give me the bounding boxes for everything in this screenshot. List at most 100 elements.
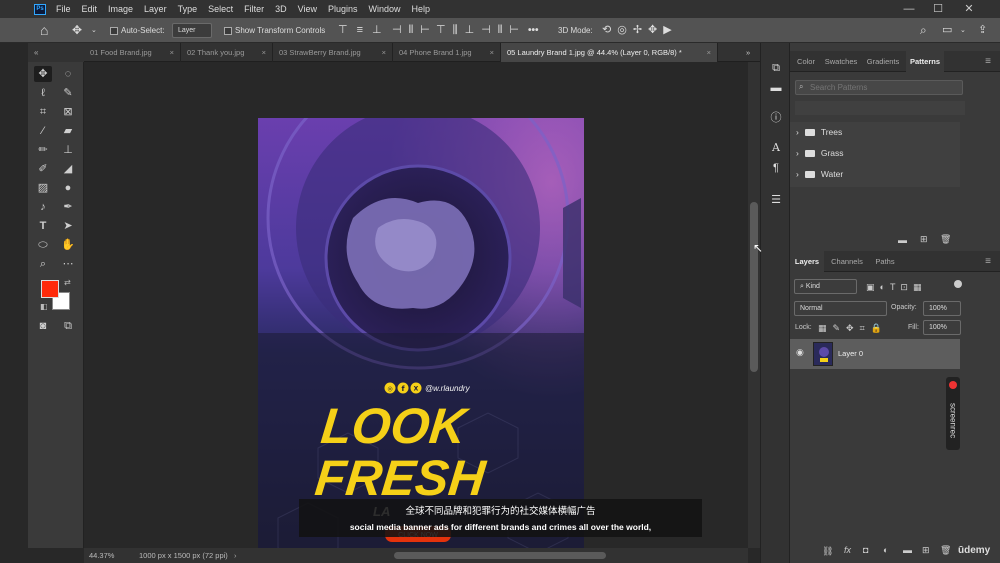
eraser-tool-icon[interactable]: ◢ — [59, 161, 77, 177]
more-options-icon[interactable]: ••• — [528, 18, 539, 43]
menu-plugins[interactable]: Plugins — [328, 4, 358, 14]
workspace-icon[interactable]: ▭ — [942, 18, 952, 43]
tab-thank-you[interactable]: 02 Thank you.jpg × — [181, 43, 273, 62]
lasso-tool-icon[interactable]: ℓ — [34, 85, 52, 101]
screen-mode-icon[interactable]: ⧉ — [59, 318, 77, 334]
trash-icon[interactable]: 🗑 — [940, 545, 951, 556]
layer-row[interactable]: ◉ Layer 0 — [790, 339, 960, 369]
canvas-area[interactable]: ◎ f X @w.rlaundry LOOK FRESH LA CLICK NO… — [84, 62, 748, 548]
comments-icon[interactable]: ▬ — [767, 79, 785, 97]
gradient-tool-icon[interactable]: ▨ — [34, 180, 52, 196]
menu-layer[interactable]: Layer — [144, 4, 167, 14]
tabs-overflow-icon[interactable]: » — [740, 43, 760, 62]
tab-gradients[interactable]: Gradients — [860, 51, 906, 72]
paragraph-icon[interactable]: ¶ — [767, 159, 785, 177]
layer-filter-icons[interactable]: ▣◐T⊡▦ — [866, 282, 926, 293]
adjustment-icon[interactable]: ◐ — [883, 545, 888, 555]
3d-mode-icons[interactable]: ⟲◎✢✥▶ — [602, 18, 678, 43]
layer-name[interactable]: Layer 0 — [838, 349, 863, 358]
tab-strawberry-brand[interactable]: 03 StrawBerry Brand.jpg × — [273, 43, 393, 62]
close-tab-icon[interactable]: × — [707, 43, 711, 62]
align-icons-2[interactable]: ⊣⫴⊢ — [392, 18, 437, 43]
path-select-tool-icon[interactable]: ➤ — [59, 218, 77, 234]
trash-icon[interactable]: 🗑 — [940, 234, 951, 245]
menu-3d[interactable]: 3D — [275, 4, 287, 14]
menu-view[interactable]: View — [298, 4, 317, 14]
fx-icon[interactable]: fx — [844, 545, 851, 555]
menu-help[interactable]: Help — [412, 4, 431, 14]
lock-icons[interactable]: ▦✎✥⌗🔒 — [818, 323, 888, 334]
menu-image[interactable]: Image — [108, 4, 133, 14]
history-brush-icon[interactable]: ✐ — [34, 161, 52, 177]
close-tab-icon[interactable]: × — [382, 43, 386, 62]
search-icon[interactable]: ⌕ — [920, 18, 927, 43]
maximize-button[interactable]: ☐ — [924, 0, 952, 18]
properties-icon[interactable]: ☰ — [767, 191, 785, 209]
new-layer-icon[interactable]: ⊞ — [922, 545, 930, 556]
opacity-field[interactable]: 100% — [923, 301, 961, 316]
info-icon[interactable]: ⓘ — [767, 109, 785, 127]
pen-tool-icon[interactable]: ✒ — [59, 199, 77, 215]
home-icon[interactable]: ⌂ — [40, 18, 48, 43]
close-tab-icon[interactable]: × — [262, 43, 266, 62]
character-icon[interactable]: A — [767, 139, 785, 157]
quick-mask-icon[interactable]: ◙ — [34, 318, 52, 334]
auto-select-checkbox[interactable]: Auto-Select: — [110, 18, 165, 43]
chevron-right-icon[interactable]: › — [796, 127, 799, 137]
tab-paths[interactable]: Paths — [870, 251, 900, 272]
tab-patterns[interactable]: Patterns — [906, 51, 944, 72]
zoom-tool-icon[interactable]: ⌕ — [34, 256, 52, 272]
stamp-tool-icon[interactable]: ⊥ — [59, 142, 77, 158]
panel-menu-icon[interactable]: ≡ — [978, 51, 998, 72]
crop-tool-icon[interactable]: ⌗ — [34, 104, 52, 120]
close-window-button[interactable]: ✕ — [955, 0, 983, 18]
zoom-level[interactable]: 44.37% — [89, 548, 114, 563]
more-tools-icon[interactable]: ⋯ — [59, 256, 77, 272]
type-tool-icon[interactable]: T — [34, 218, 52, 234]
distribute-icons[interactable]: ⊤⫼⊥⊣⫴⊢ — [436, 18, 526, 43]
tab-laundry-brand[interactable]: 05 Laundry Brand 1.jpg @ 44.4% (Layer 0,… — [501, 43, 718, 62]
layer-filter-dropdown[interactable]: ⌕ Kind — [794, 279, 857, 294]
folder-trees[interactable]: › Trees — [796, 123, 842, 141]
blend-mode-dropdown[interactable]: Normal — [794, 301, 887, 316]
history-icon[interactable]: ⧉ — [767, 59, 785, 77]
chevron-right-icon[interactable]: › — [796, 148, 799, 158]
move-tool-icon[interactable]: ✥ — [72, 18, 82, 43]
close-tab-icon[interactable]: × — [490, 43, 494, 62]
close-tab-icon[interactable]: × — [170, 43, 174, 62]
quick-select-tool-icon[interactable]: ✎ — [59, 85, 77, 101]
fill-field[interactable]: 100% — [923, 320, 961, 335]
share-icon[interactable]: ⇪ — [978, 18, 987, 43]
status-arrow-icon[interactable]: › — [234, 548, 237, 563]
eyedropper-tool-icon[interactable]: ⁄ — [34, 123, 52, 139]
dodge-tool-icon[interactable]: ♪ — [34, 199, 52, 215]
filter-toggle[interactable] — [954, 280, 962, 288]
minimize-button[interactable]: — — [895, 0, 923, 18]
menu-file[interactable]: File — [56, 4, 71, 14]
default-colors-icon[interactable]: ◧ — [40, 302, 48, 311]
search-patterns-field[interactable]: ⌕ — [795, 80, 963, 95]
folder-grass[interactable]: › Grass — [796, 144, 844, 162]
healing-tool-icon[interactable]: ▰ — [59, 123, 77, 139]
align-icons[interactable]: ⊤≡⊥ — [338, 18, 391, 43]
mask-icon[interactable]: ◘ — [863, 545, 868, 555]
menu-filter[interactable]: Filter — [244, 4, 264, 14]
tab-swatches[interactable]: Swatches — [822, 51, 860, 72]
swap-colors-icon[interactable]: ⇄ — [64, 278, 71, 287]
shape-tool-icon[interactable]: ⬭ — [34, 237, 52, 253]
tab-color[interactable]: Color — [790, 51, 822, 72]
marquee-tool-icon[interactable]: ◌ — [59, 66, 77, 82]
brush-tool-icon[interactable]: ✏ — [34, 142, 52, 158]
menu-edit[interactable]: Edit — [82, 4, 98, 14]
new-pattern-icon[interactable]: ⊞ — [920, 234, 928, 245]
foreground-color-swatch-top[interactable] — [41, 280, 59, 298]
hand-tool-icon[interactable]: ✋ — [59, 237, 77, 253]
blur-tool-icon[interactable]: ● — [59, 180, 77, 196]
tab-food-brand[interactable]: 01 Food Brand.jpg × — [84, 43, 181, 62]
folder-icon[interactable]: ▬ — [903, 545, 912, 555]
menu-window[interactable]: Window — [369, 4, 401, 14]
chevron-right-icon[interactable]: › — [796, 169, 799, 179]
tools-collapse-icon[interactable]: « — [28, 43, 84, 62]
folder-water[interactable]: › Water — [796, 165, 843, 183]
chevron-down-icon[interactable]: ⌄ — [960, 18, 966, 43]
